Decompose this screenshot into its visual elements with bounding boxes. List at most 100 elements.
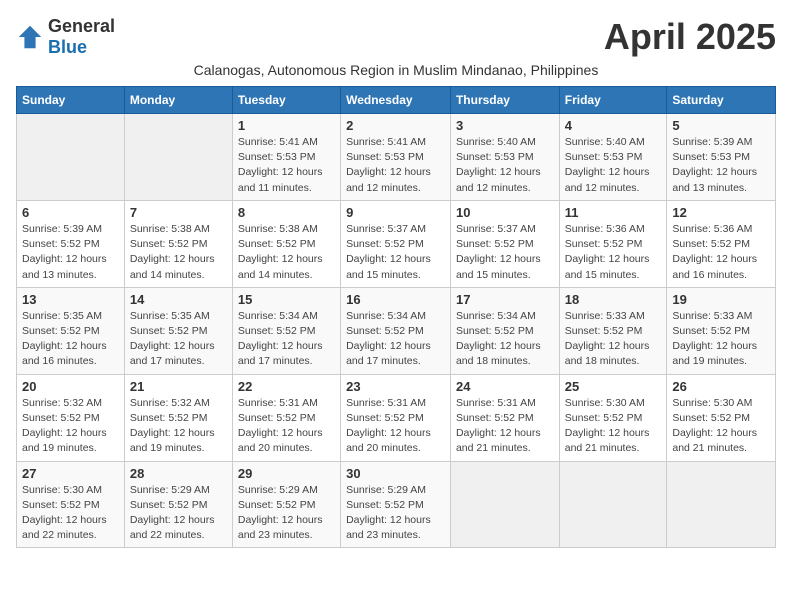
day-number: 30 — [346, 466, 445, 481]
calendar-cell — [124, 114, 232, 201]
day-number: 17 — [456, 292, 554, 307]
calendar-cell: 2 Sunrise: 5:41 AM Sunset: 5:53 PM Daylig… — [341, 114, 451, 201]
day-number: 9 — [346, 205, 445, 220]
day-number: 25 — [565, 379, 662, 394]
day-number: 15 — [238, 292, 335, 307]
day-number: 20 — [22, 379, 119, 394]
calendar-cell — [667, 461, 776, 548]
calendar-cell: 6 Sunrise: 5:39 AM Sunset: 5:52 PM Daylig… — [17, 200, 125, 287]
day-info: Sunrise: 5:39 AM Sunset: 5:52 PM Dayligh… — [22, 222, 119, 283]
day-number: 10 — [456, 205, 554, 220]
day-of-week-header: Friday — [559, 87, 667, 114]
day-info: Sunrise: 5:36 AM Sunset: 5:52 PM Dayligh… — [565, 222, 662, 283]
day-info: Sunrise: 5:41 AM Sunset: 5:53 PM Dayligh… — [238, 135, 335, 196]
day-number: 28 — [130, 466, 227, 481]
calendar-cell: 4Sunrise: 5:40 AM Sunset: 5:53 PM Daylig… — [559, 114, 667, 201]
day-number: 21 — [130, 379, 227, 394]
calendar-cell: 10 Sunrise: 5:37 AM Sunset: 5:52 PM Dayli… — [450, 200, 559, 287]
calendar-cell: 23 Sunrise: 5:31 AM Sunset: 5:52 PM Dayli… — [341, 374, 451, 461]
day-number: 18 — [565, 292, 662, 307]
day-number: 8 — [238, 205, 335, 220]
day-of-week-header: Wednesday — [341, 87, 451, 114]
day-info: Sunrise: 5:30 AM Sunset: 5:52 PM Dayligh… — [672, 396, 770, 457]
calendar-cell: 22 Sunrise: 5:31 AM Sunset: 5:52 PM Dayli… — [232, 374, 340, 461]
day-number: 22 — [238, 379, 335, 394]
calendar-cell: 13 Sunrise: 5:35 AM Sunset: 5:52 PM Dayli… — [17, 287, 125, 374]
logo-text: General Blue — [48, 16, 115, 58]
day-number: 11 — [565, 205, 662, 220]
calendar-cell: 7 Sunrise: 5:38 AM Sunset: 5:52 PM Daylig… — [124, 200, 232, 287]
calendar-cell: 20 Sunrise: 5:32 AM Sunset: 5:52 PM Dayli… — [17, 374, 125, 461]
day-info: Sunrise: 5:31 AM Sunset: 5:52 PM Dayligh… — [238, 396, 335, 457]
day-info: Sunrise: 5:37 AM Sunset: 5:52 PM Dayligh… — [346, 222, 445, 283]
day-number: 27 — [22, 466, 119, 481]
day-info: Sunrise: 5:30 AM Sunset: 5:52 PM Dayligh… — [22, 483, 119, 544]
calendar-cell — [450, 461, 559, 548]
calendar-cell: 12 Sunrise: 5:36 AM Sunset: 5:52 PM Dayli… — [667, 200, 776, 287]
calendar-week-row: 27 Sunrise: 5:30 AM Sunset: 5:52 PM Dayli… — [17, 461, 776, 548]
calendar-cell: 24Sunrise: 5:31 AM Sunset: 5:52 PM Dayli… — [450, 374, 559, 461]
day-info: Sunrise: 5:39 AM Sunset: 5:53 PM Dayligh… — [672, 135, 770, 196]
calendar-cell: 27 Sunrise: 5:30 AM Sunset: 5:52 PM Dayli… — [17, 461, 125, 548]
calendar-body: 1 Sunrise: 5:41 AM Sunset: 5:53 PM Daylig… — [17, 114, 776, 548]
day-info: Sunrise: 5:36 AM Sunset: 5:52 PM Dayligh… — [672, 222, 770, 283]
logo: General Blue — [16, 16, 115, 58]
day-info: Sunrise: 5:40 AM Sunset: 5:53 PM Dayligh… — [456, 135, 554, 196]
day-number: 19 — [672, 292, 770, 307]
calendar-cell: 29 Sunrise: 5:29 AM Sunset: 5:52 PM Dayli… — [232, 461, 340, 548]
calendar-cell: 18 Sunrise: 5:33 AM Sunset: 5:52 PM Dayli… — [559, 287, 667, 374]
logo-icon — [16, 23, 44, 51]
day-info: Sunrise: 5:34 AM Sunset: 5:52 PM Dayligh… — [238, 309, 335, 370]
calendar-cell: 30 Sunrise: 5:29 AM Sunset: 5:52 PM Dayli… — [341, 461, 451, 548]
day-info: Sunrise: 5:31 AM Sunset: 5:52 PM Dayligh… — [346, 396, 445, 457]
calendar-table: SundayMondayTuesdayWednesdayThursdayFrid… — [16, 86, 776, 548]
day-info: Sunrise: 5:37 AM Sunset: 5:52 PM Dayligh… — [456, 222, 554, 283]
calendar-cell: 14 Sunrise: 5:35 AM Sunset: 5:52 PM Dayli… — [124, 287, 232, 374]
logo-general: General — [48, 16, 115, 36]
day-number: 16 — [346, 292, 445, 307]
day-number: 23 — [346, 379, 445, 394]
day-number: 1 — [238, 118, 335, 133]
day-info: Sunrise: 5:32 AM Sunset: 5:52 PM Dayligh… — [22, 396, 119, 457]
month-title: April 2025 — [604, 16, 776, 58]
day-number: 13 — [22, 292, 119, 307]
calendar-cell: 3Sunrise: 5:40 AM Sunset: 5:53 PM Daylig… — [450, 114, 559, 201]
day-number: 4 — [565, 118, 662, 133]
day-number: 29 — [238, 466, 335, 481]
day-info: Sunrise: 5:29 AM Sunset: 5:52 PM Dayligh… — [346, 483, 445, 544]
calendar-cell: 19Sunrise: 5:33 AM Sunset: 5:52 PM Dayli… — [667, 287, 776, 374]
day-info: Sunrise: 5:29 AM Sunset: 5:52 PM Dayligh… — [130, 483, 227, 544]
day-info: Sunrise: 5:38 AM Sunset: 5:52 PM Dayligh… — [238, 222, 335, 283]
day-number: 7 — [130, 205, 227, 220]
calendar-cell — [17, 114, 125, 201]
day-number: 2 — [346, 118, 445, 133]
day-info: Sunrise: 5:35 AM Sunset: 5:52 PM Dayligh… — [130, 309, 227, 370]
day-info: Sunrise: 5:38 AM Sunset: 5:52 PM Dayligh… — [130, 222, 227, 283]
day-info: Sunrise: 5:29 AM Sunset: 5:52 PM Dayligh… — [238, 483, 335, 544]
calendar-cell: 1 Sunrise: 5:41 AM Sunset: 5:53 PM Daylig… — [232, 114, 340, 201]
calendar-cell — [559, 461, 667, 548]
calendar-cell: 16Sunrise: 5:34 AM Sunset: 5:52 PM Dayli… — [341, 287, 451, 374]
calendar-cell: 8 Sunrise: 5:38 AM Sunset: 5:52 PM Daylig… — [232, 200, 340, 287]
day-number: 5 — [672, 118, 770, 133]
day-number: 14 — [130, 292, 227, 307]
calendar-cell: 11 Sunrise: 5:36 AM Sunset: 5:52 PM Dayli… — [559, 200, 667, 287]
day-info: Sunrise: 5:33 AM Sunset: 5:52 PM Dayligh… — [565, 309, 662, 370]
day-number: 12 — [672, 205, 770, 220]
calendar-cell: 17Sunrise: 5:34 AM Sunset: 5:52 PM Dayli… — [450, 287, 559, 374]
calendar-week-row: 20 Sunrise: 5:32 AM Sunset: 5:52 PM Dayli… — [17, 374, 776, 461]
calendar-week-row: 1 Sunrise: 5:41 AM Sunset: 5:53 PM Daylig… — [17, 114, 776, 201]
day-number: 26 — [672, 379, 770, 394]
day-of-week-header: Saturday — [667, 87, 776, 114]
calendar-week-row: 6 Sunrise: 5:39 AM Sunset: 5:52 PM Daylig… — [17, 200, 776, 287]
day-number: 24 — [456, 379, 554, 394]
page-header: General Blue April 2025 — [16, 16, 776, 58]
day-info: Sunrise: 5:35 AM Sunset: 5:52 PM Dayligh… — [22, 309, 119, 370]
days-of-week-row: SundayMondayTuesdayWednesdayThursdayFrid… — [17, 87, 776, 114]
calendar-cell: 26 Sunrise: 5:30 AM Sunset: 5:52 PM Dayli… — [667, 374, 776, 461]
day-info: Sunrise: 5:32 AM Sunset: 5:52 PM Dayligh… — [130, 396, 227, 457]
day-info: Sunrise: 5:41 AM Sunset: 5:53 PM Dayligh… — [346, 135, 445, 196]
day-number: 6 — [22, 205, 119, 220]
calendar-cell: 28 Sunrise: 5:29 AM Sunset: 5:52 PM Dayli… — [124, 461, 232, 548]
calendar-cell: 25Sunrise: 5:30 AM Sunset: 5:52 PM Dayli… — [559, 374, 667, 461]
